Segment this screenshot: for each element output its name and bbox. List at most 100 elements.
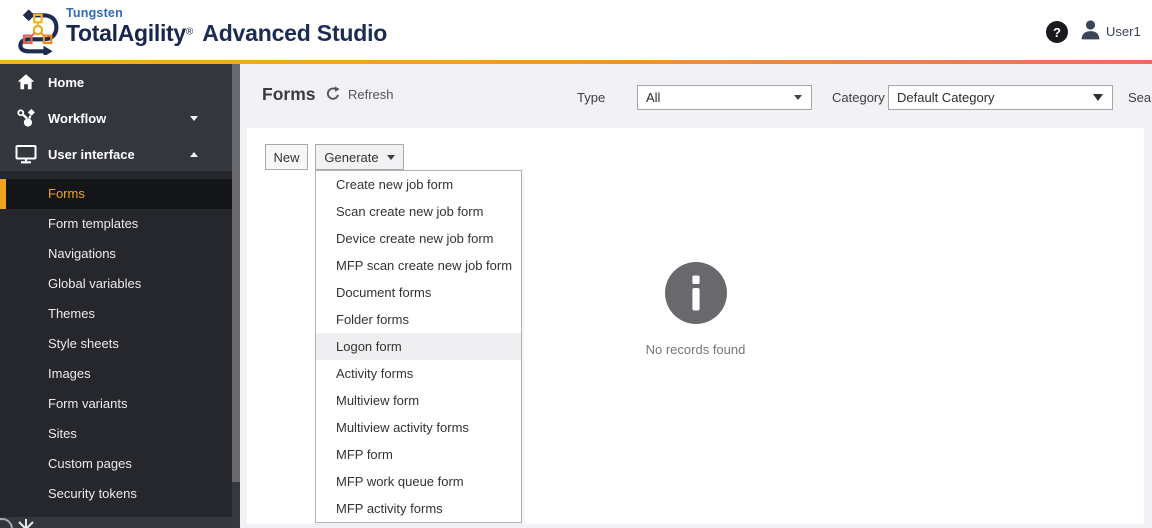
generate-menu-item-label: MFP work queue form xyxy=(336,474,464,489)
sparkle-icon xyxy=(18,519,34,528)
submenu-item-label: Security tokens xyxy=(48,486,137,501)
type-filter-label: Type xyxy=(577,90,606,105)
generate-menu-item-label: Document forms xyxy=(336,285,432,300)
submenu-item-label: Forms xyxy=(48,186,85,201)
category-filter-label: Category xyxy=(832,90,885,105)
generate-menu-item-label: Activity forms xyxy=(336,366,414,381)
new-button-label: New xyxy=(273,149,300,165)
submenu-item[interactable]: Security tokens xyxy=(0,479,232,509)
submenu-item-label: Form templates xyxy=(48,216,139,231)
info-icon xyxy=(664,262,727,324)
submenu-item[interactable]: Style sheets xyxy=(0,329,232,359)
help-glyph: ? xyxy=(1053,24,1061,40)
generate-menu-item[interactable]: MFP form xyxy=(316,441,521,468)
submenu-item-label: Themes xyxy=(48,306,95,321)
dropdown-arrow-icon xyxy=(794,95,802,100)
chevron-down-icon xyxy=(386,154,395,160)
submenu-item-label: Form variants xyxy=(48,396,128,411)
chevron-up-icon xyxy=(190,151,198,157)
generate-menu-item[interactable]: Multiview activity forms xyxy=(316,414,521,441)
generate-menu-item[interactable]: Activity forms xyxy=(316,360,521,387)
workflow-icon xyxy=(15,107,37,129)
home-icon xyxy=(15,71,37,93)
sidebar-item-user-interface[interactable]: User interface xyxy=(0,136,232,172)
type-filter-select[interactable]: All xyxy=(637,85,812,110)
user-interface-submenu: Forms Form templates Navigations Global … xyxy=(0,171,232,517)
submenu-item[interactable]: Form variants xyxy=(0,389,232,419)
generate-menu-item-label: MFP activity forms xyxy=(336,501,443,516)
generate-menu-item[interactable]: Create new job form xyxy=(316,171,521,198)
user-name: User1 xyxy=(1106,24,1141,39)
brand-product-name: TotalAgility xyxy=(66,20,186,46)
generate-menu-item[interactable]: MFP scan create new job form xyxy=(316,252,521,279)
generate-menu-item[interactable]: Scan create new job form xyxy=(316,198,521,225)
generate-menu-item[interactable]: Logon form xyxy=(316,333,521,360)
registered-mark: ® xyxy=(185,26,194,38)
generate-menu-item-label: Create new job form xyxy=(336,177,454,192)
partial-arc-icon xyxy=(0,518,13,528)
sidebar-item-label: Workflow xyxy=(48,110,107,126)
submenu-item-label: Custom pages xyxy=(48,456,132,471)
sidebar-scrollbar-thumb[interactable] xyxy=(232,64,240,482)
submenu-item-label: Style sheets xyxy=(48,336,119,351)
forms-list-panel: New Generate Create new job form Scan cr… xyxy=(247,128,1144,524)
generate-menu-item-label: Device create new job form xyxy=(336,231,494,246)
refresh-icon xyxy=(326,86,340,100)
generate-menu-item-label: Scan create new job form xyxy=(336,204,484,219)
generate-menu-item-label: Logon form xyxy=(336,339,402,354)
submenu-item[interactable]: Images xyxy=(0,359,232,389)
generate-menu-item-label: Multiview activity forms xyxy=(336,420,469,435)
sidebar-partial-item xyxy=(0,516,232,528)
brand-suffix: Advanced Studio xyxy=(202,20,388,46)
generate-menu-item[interactable]: Multiview form xyxy=(316,387,521,414)
search-label: Search xyxy=(1128,90,1152,105)
category-filter-value: Default Category xyxy=(897,90,995,105)
sidebar-scrollbar[interactable] xyxy=(232,64,240,528)
submenu-item-label: Navigations xyxy=(48,246,116,261)
submenu-item[interactable]: Form templates xyxy=(0,209,232,239)
generate-menu-item-label: Folder forms xyxy=(336,312,409,327)
generate-menu-item[interactable]: Document forms xyxy=(316,279,521,306)
totalagility-logo-icon xyxy=(18,9,59,55)
page-title: Forms xyxy=(262,84,316,104)
submenu-item-label: Sites xyxy=(48,426,77,441)
submenu-item-label: Global variables xyxy=(48,276,142,291)
help-icon[interactable]: ? xyxy=(1046,21,1068,43)
submenu-item[interactable]: Forms xyxy=(0,179,232,209)
user-icon[interactable] xyxy=(1078,17,1103,43)
monitor-icon xyxy=(15,143,37,165)
brand: Tungsten TotalAgility® Advanced Studio xyxy=(66,6,387,47)
submenu-item[interactable]: Custom pages xyxy=(0,449,232,479)
category-filter-select[interactable]: Default Category xyxy=(888,85,1113,110)
generate-menu-item[interactable]: Device create new job form xyxy=(316,225,521,252)
generate-menu-item-label: MFP form xyxy=(336,447,393,462)
refresh-button[interactable]: Refresh xyxy=(325,86,394,102)
sidebar-item-label: User interface xyxy=(48,146,135,162)
generate-menu-item-label: Multiview form xyxy=(336,393,420,408)
generate-button[interactable]: Generate xyxy=(315,144,404,170)
sidebar-item-home[interactable]: Home xyxy=(0,64,232,100)
generate-menu-item[interactable]: Folder forms xyxy=(316,306,521,333)
app-header: Tungsten TotalAgility® Advanced Studio ? … xyxy=(0,0,1152,60)
submenu-item[interactable]: Global variables xyxy=(0,269,232,299)
submenu-item[interactable]: Sites xyxy=(0,419,232,449)
generate-menu-item-label: MFP scan create new job form xyxy=(336,258,513,273)
generate-dropdown-menu: Create new job form Scan create new job … xyxy=(315,170,522,523)
submenu-item[interactable]: Themes xyxy=(0,299,232,329)
main-content: Forms Refresh Type All Category Default … xyxy=(240,64,1152,528)
brand-tungsten: Tungsten xyxy=(66,6,123,20)
chevron-down-icon xyxy=(190,115,198,121)
refresh-label: Refresh xyxy=(348,86,394,102)
submenu-item-label: Images xyxy=(48,366,91,381)
sidebar-item-label: Home xyxy=(48,74,85,90)
generate-menu-item[interactable]: MFP activity forms xyxy=(316,495,521,522)
generate-menu-item[interactable]: MFP work queue form xyxy=(316,468,521,495)
generate-button-label: Generate xyxy=(324,149,379,165)
sidebar-nav: Home Workflow User interface Forms Form … xyxy=(0,64,240,528)
dropdown-arrow-icon xyxy=(1093,94,1103,101)
sidebar-item-workflow[interactable]: Workflow xyxy=(0,100,232,136)
submenu-item[interactable]: Navigations xyxy=(0,239,232,269)
brand-product-line: TotalAgility® Advanced Studio xyxy=(66,20,387,47)
new-button[interactable]: New xyxy=(265,144,308,170)
type-filter-value: All xyxy=(646,90,661,105)
